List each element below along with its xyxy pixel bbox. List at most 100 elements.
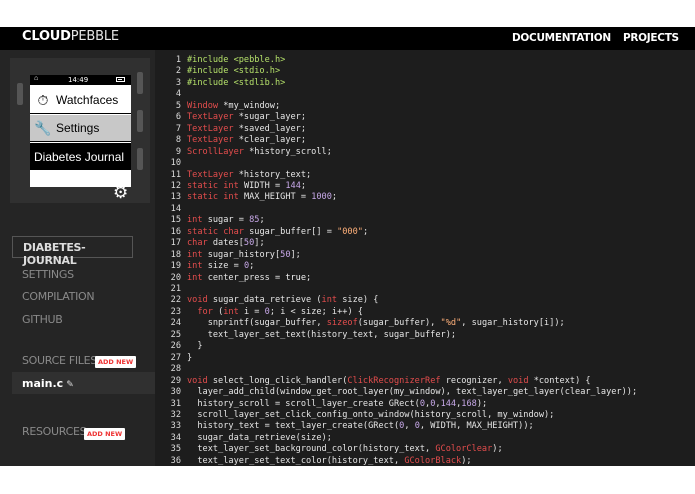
line-number: 16 bbox=[170, 226, 181, 237]
code-line[interactable]: 32 scroll_layer_set_click_config_onto_wi… bbox=[155, 410, 695, 421]
source-files-heading: SOURCE FILES bbox=[22, 354, 97, 367]
line-number: 3 bbox=[175, 77, 181, 88]
code-line[interactable]: 29 void select_long_click_handler(ClickRe… bbox=[155, 376, 695, 387]
watch-status-bar: ⌂ 14:49 bbox=[30, 75, 131, 85]
logo-bold: CLOUD bbox=[22, 29, 71, 44]
code-line[interactable]: 33 history_text = text_layer_create(GRec… bbox=[155, 421, 695, 432]
add-resource-button[interactable]: ADD NEW bbox=[84, 428, 126, 440]
code-line[interactable]: 12 static int WIDTH = 144; bbox=[155, 181, 695, 192]
code-line[interactable]: 18 int sugar_history[50]; bbox=[155, 250, 695, 261]
watch-menu-watchfaces[interactable]: ⏱ Watchfaces bbox=[30, 87, 131, 114]
line-number: 26 bbox=[170, 341, 181, 352]
gear-icon[interactable]: ⚙ bbox=[113, 183, 128, 203]
code-line[interactable]: 6 TextLayer *sugar_layer; bbox=[155, 112, 695, 123]
line-number: 36 bbox=[170, 455, 181, 466]
watch-menu-settings[interactable]: 🔧 Settings bbox=[30, 115, 131, 142]
watch-back-button[interactable] bbox=[17, 83, 23, 105]
line-number: 21 bbox=[170, 284, 181, 294]
code-line[interactable]: 3 #include <stdlib.h> bbox=[155, 78, 695, 89]
code-line[interactable]: 34 sugar_data_retrieve(size); bbox=[155, 433, 695, 444]
line-number: 15 bbox=[170, 215, 181, 226]
resources-heading: RESOURCES bbox=[22, 425, 87, 438]
file-main-c[interactable]: main.c ✎ bbox=[12, 372, 155, 394]
code-line[interactable]: 9 ScrollLayer *history_scroll; bbox=[155, 147, 695, 158]
project-name[interactable]: DIABETES-JOURNAL bbox=[12, 236, 133, 267]
code-line[interactable]: 13 static int MAX_HEIGHT = 1000; bbox=[155, 192, 695, 203]
code-line[interactable]: 31 history_scroll = scroll_layer_create … bbox=[155, 399, 695, 410]
code-line[interactable]: 14 bbox=[155, 204, 695, 215]
sidebar-item-github[interactable]: GITHUB bbox=[22, 313, 63, 326]
add-source-file-button[interactable]: ADD NEW bbox=[95, 356, 137, 368]
code-line[interactable]: 35 text_layer_set_background_color(histo… bbox=[155, 444, 695, 455]
code-line[interactable]: 30 layer_add_child(window_get_root_layer… bbox=[155, 387, 695, 398]
line-number: 8 bbox=[175, 135, 181, 146]
code-line[interactable]: 21 bbox=[155, 284, 695, 295]
line-number: 32 bbox=[170, 409, 181, 420]
code-line[interactable]: 19 int size = 0; bbox=[155, 261, 695, 272]
code-line[interactable]: 7 TextLayer *saved_layer; bbox=[155, 124, 695, 135]
code-line[interactable]: 11 TextLayer *history_text; bbox=[155, 170, 695, 181]
line-number: 19 bbox=[170, 261, 181, 272]
code-line[interactable]: 2 #include <stdio.h> bbox=[155, 66, 695, 77]
cloudpebble-logo[interactable]: CLOUDPEBBLE bbox=[22, 29, 119, 44]
code-text: text_layer_set_text(history_text, sugar_… bbox=[187, 329, 457, 340]
code-line[interactable]: 5 Window *my_window; bbox=[155, 101, 695, 112]
line-number: 17 bbox=[170, 238, 181, 249]
code-line[interactable]: 4 bbox=[155, 89, 695, 100]
code-line[interactable]: 17 char dates[50]; bbox=[155, 238, 695, 249]
line-number: 23 bbox=[170, 306, 181, 317]
code-line[interactable]: 20 int center_press = true; bbox=[155, 273, 695, 284]
watch-menu-label: Diabetes Journal bbox=[34, 149, 125, 164]
watch-time: 14:49 bbox=[68, 76, 89, 84]
code-line[interactable]: 24 snprintf(sugar_buffer, sizeof(sugar_b… bbox=[155, 318, 695, 329]
code-text: layer_add_child(window_get_root_layer(my… bbox=[187, 387, 638, 398]
watch-down-button[interactable] bbox=[137, 148, 143, 170]
line-number: 12 bbox=[170, 180, 181, 191]
code-editor[interactable]: 1 #include <pebble.h> 2 #include <stdio.h> 3… bbox=[155, 50, 695, 466]
code-text: void select_long_click_handler(ClickReco… bbox=[187, 375, 591, 386]
watch-menu-diabetes-journal[interactable]: Diabetes Journal bbox=[30, 143, 131, 170]
edit-icon[interactable]: ✎ bbox=[66, 380, 74, 390]
line-number: 6 bbox=[175, 112, 181, 123]
sidebar-item-settings[interactable]: SETTINGS bbox=[22, 268, 74, 281]
line-number: 33 bbox=[170, 421, 181, 432]
code-line[interactable]: 28 bbox=[155, 364, 695, 375]
code-text: int sugar = 85; bbox=[187, 215, 265, 226]
watch-screen: ⌂ 14:49 ⏱ Watchfaces 🔧 Settings Diabetes… bbox=[30, 75, 131, 187]
code-line[interactable]: 16 static char sugar_buffer[] = "000"; bbox=[155, 227, 695, 238]
code-text: TextLayer *clear_layer; bbox=[187, 135, 307, 146]
code-line[interactable]: 25 text_layer_set_text(history_text, sug… bbox=[155, 330, 695, 341]
code-text: text_layer_set_text_color(history_text, … bbox=[187, 455, 472, 466]
battery-icon bbox=[116, 77, 125, 82]
code-text: #include <stdlib.h> bbox=[187, 77, 286, 88]
code-line[interactable]: 22 void sugar_data_retrieve (int size) { bbox=[155, 295, 695, 306]
home-icon: ⌂ bbox=[34, 75, 39, 82]
line-number: 10 bbox=[170, 158, 181, 169]
code-line[interactable]: 23 for (int i = 0; i < size; i++) { bbox=[155, 307, 695, 318]
code-line[interactable]: 8 TextLayer *clear_layer; bbox=[155, 135, 695, 146]
line-number: 30 bbox=[170, 387, 181, 398]
sidebar-item-compilation[interactable]: COMPILATION bbox=[22, 290, 95, 303]
code-line[interactable]: 15 int sugar = 85; bbox=[155, 215, 695, 226]
code-text: ScrollLayer *history_scroll; bbox=[187, 146, 332, 157]
line-number: 35 bbox=[170, 444, 181, 455]
projects-link[interactable]: PROJECTS bbox=[623, 32, 679, 44]
line-number: 1 bbox=[175, 55, 181, 65]
code-line[interactable]: 26 } bbox=[155, 341, 695, 352]
code-line[interactable]: 1 #include <pebble.h> bbox=[155, 55, 695, 66]
code-text: history_text = text_layer_create(GRect(0… bbox=[187, 421, 534, 432]
watch-up-button[interactable] bbox=[137, 72, 143, 94]
code-text: } bbox=[187, 341, 203, 352]
code-text: int size = 0; bbox=[187, 261, 255, 272]
watch-select-button[interactable] bbox=[137, 110, 143, 132]
line-number: 20 bbox=[170, 272, 181, 283]
code-line[interactable]: 27} bbox=[155, 353, 695, 364]
line-number: 2 bbox=[175, 66, 181, 77]
code-text: TextLayer *sugar_layer; bbox=[187, 112, 307, 123]
documentation-link[interactable]: DOCUMENTATION bbox=[512, 32, 611, 44]
code-text: void sugar_data_retrieve (int size) { bbox=[187, 295, 379, 306]
code-line[interactable]: 10 bbox=[155, 158, 695, 169]
line-number: 24 bbox=[170, 318, 181, 329]
code-line[interactable]: 36 text_layer_set_text_color(history_tex… bbox=[155, 456, 695, 466]
top-navigation-bar: CLOUDPEBBLE DOCUMENTATION PROJECTS bbox=[0, 27, 695, 50]
